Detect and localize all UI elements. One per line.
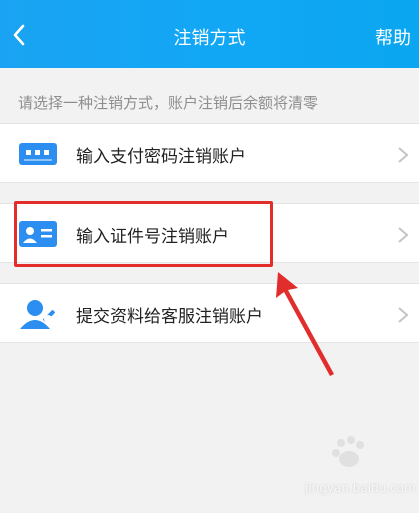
help-button[interactable]: 帮助 [375,24,411,50]
title-bar: 注销方式 帮助 [0,0,419,68]
baidu-watermark: jingyan.baidu.com [305,435,416,495]
option-label: 输入支付密码注销账户 [76,147,246,167]
keypad-icon [19,143,57,165]
option-password-row[interactable]: 输入支付密码注销账户 [0,123,419,183]
watermark-text: jingyan.baidu.com [305,481,416,495]
option-customer-service-row[interactable]: 提交资料给客服注销账户 [0,283,419,343]
hint-text: 请选择一种注销方式，账户注销后余额将清零 [18,94,319,112]
page-title: 注销方式 [173,28,246,49]
option-label: 提交资料给客服注销账户 [76,307,263,327]
paw-icon [332,436,364,467]
chevron-right-icon [398,307,409,323]
option-id-number-row[interactable]: 输入证件号注销账户 [0,203,419,263]
customer-service-icon [20,300,55,329]
id-card-icon [19,221,57,247]
chevron-right-icon [398,227,409,243]
option-label: 输入证件号注销账户 [76,227,229,247]
chevron-right-icon [398,147,409,163]
